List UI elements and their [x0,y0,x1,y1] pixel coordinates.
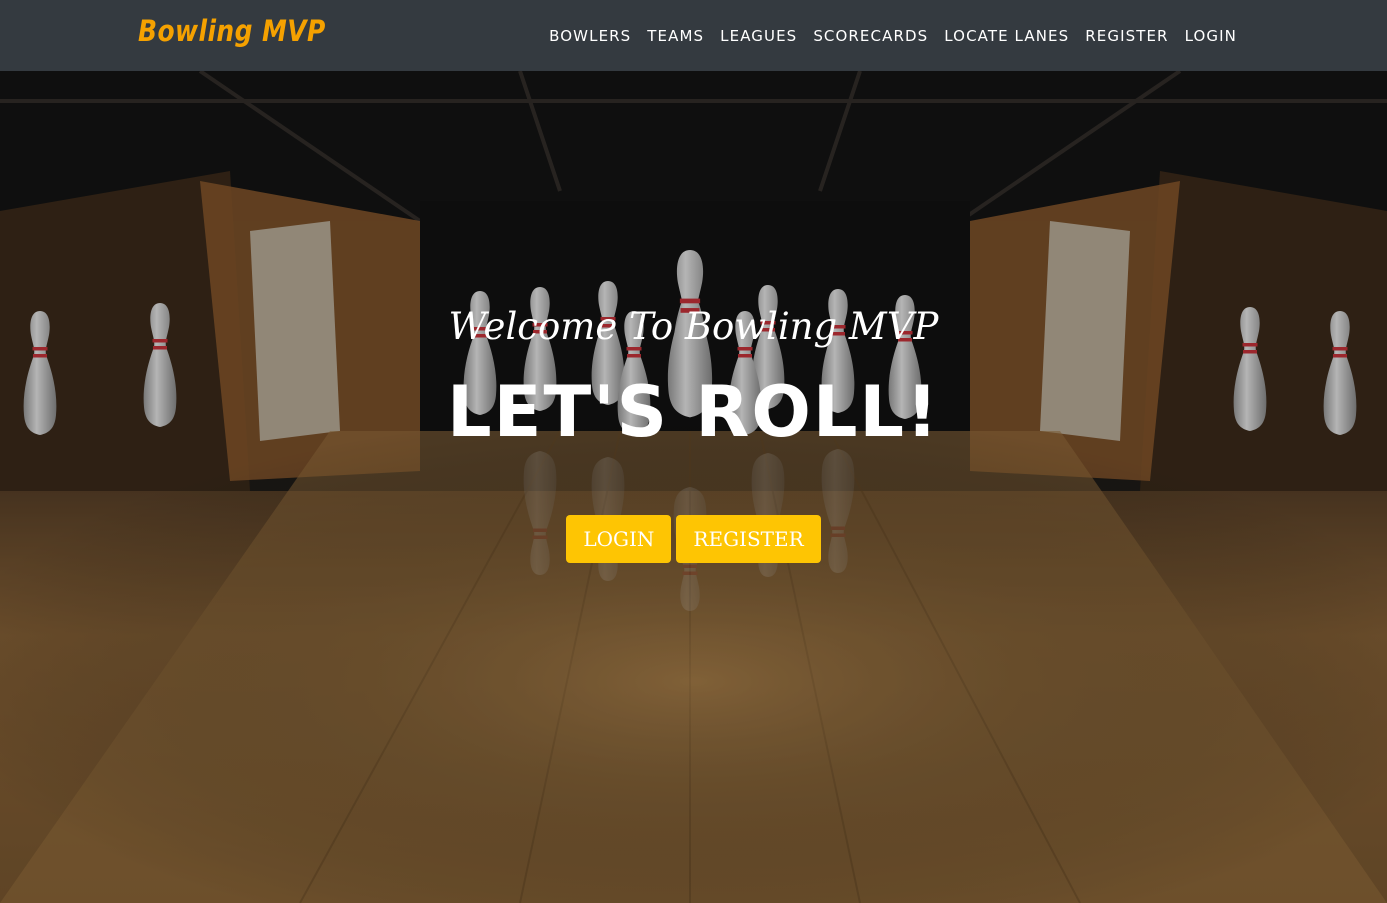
nav-link-login[interactable]: LOGIN [1177,27,1245,45]
main-nav: BOWLERS TEAMS LEAGUES SCORECARDS LOCATE … [541,0,1245,71]
nav-item-locate-lanes: LOCATE LANES [936,27,1077,45]
top-navbar: Bowling MVP BOWLERS TEAMS LEAGUES SCOREC… [0,0,1387,71]
nav-item-teams: TEAMS [639,27,712,45]
hero-content: Welcome To Bowling MVP LET'S ROLL! LOGIN… [0,71,1387,903]
nav-link-register[interactable]: REGISTER [1077,27,1176,45]
nav-item-leagues: LEAGUES [712,27,805,45]
nav-item-scorecards: SCORECARDS [805,27,936,45]
nav-link-bowlers[interactable]: BOWLERS [541,27,639,45]
nav-item-bowlers: BOWLERS [541,27,639,45]
nav-item-login: LOGIN [1177,27,1245,45]
brand-name: Bowling MVP [138,14,326,48]
nav-link-locate-lanes[interactable]: LOCATE LANES [936,27,1077,45]
hero-heading: LET'S ROLL! [447,371,940,453]
nav-link-leagues[interactable]: LEAGUES [712,27,805,45]
hero-subheading: Welcome To Bowling MVP [448,305,939,348]
brand-logo[interactable]: Bowling MVP [138,14,326,48]
nav-link-scorecards[interactable]: SCORECARDS [805,27,936,45]
hero-login-button[interactable]: LOGIN [566,515,672,563]
nav-item-register: REGISTER [1077,27,1176,45]
hero-button-row: LOGIN REGISTER [0,515,1387,563]
hero-section: Welcome To Bowling MVP LET'S ROLL! LOGIN… [0,71,1387,903]
hero-register-button[interactable]: REGISTER [676,515,821,563]
nav-link-teams[interactable]: TEAMS [639,27,712,45]
